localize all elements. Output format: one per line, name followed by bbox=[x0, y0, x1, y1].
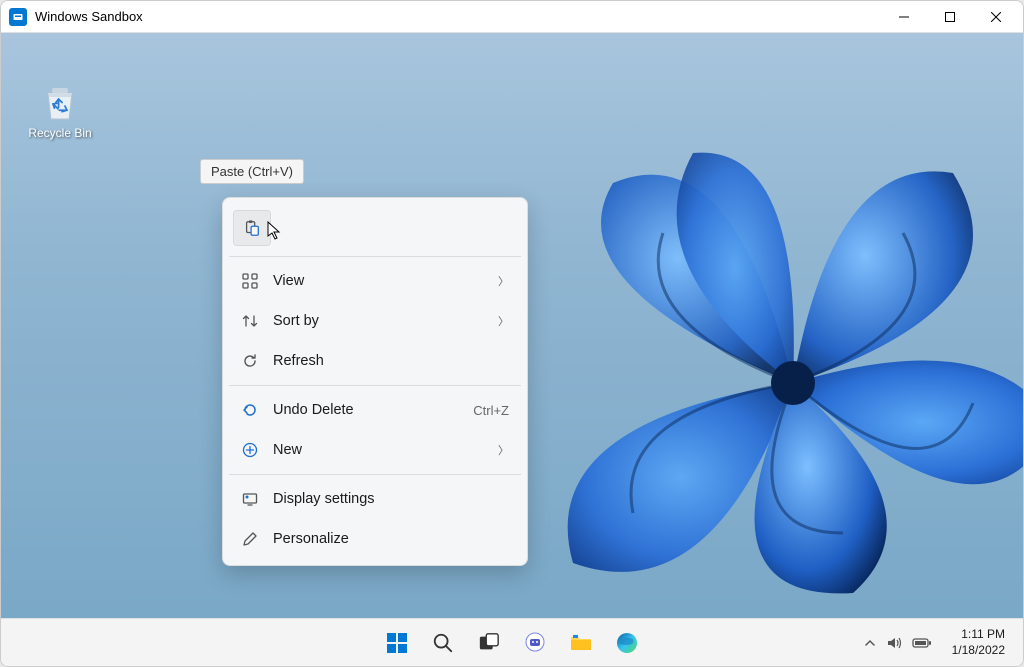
menu-new-label: New bbox=[273, 442, 498, 458]
menu-display-settings[interactable]: Display settings bbox=[229, 479, 521, 519]
menu-separator bbox=[229, 256, 521, 257]
menu-refresh-label: Refresh bbox=[273, 353, 509, 369]
taskbar-pinned-apps bbox=[377, 623, 647, 663]
chevron-right-icon: 〉 bbox=[498, 313, 509, 329]
window-controls bbox=[881, 1, 1019, 33]
view-icon bbox=[241, 273, 259, 289]
menu-undo-shortcut: Ctrl+Z bbox=[473, 403, 509, 418]
windows-icon bbox=[385, 631, 409, 655]
menu-sort-label: Sort by bbox=[273, 313, 498, 329]
chat-icon bbox=[523, 631, 547, 655]
menu-personalize[interactable]: Personalize bbox=[229, 519, 521, 559]
menu-view[interactable]: View 〉 bbox=[229, 261, 521, 301]
start-button[interactable] bbox=[377, 623, 417, 663]
menu-action-row bbox=[229, 204, 521, 252]
new-icon bbox=[241, 442, 259, 458]
folder-icon bbox=[569, 631, 593, 655]
date: 1/18/2022 bbox=[952, 643, 1005, 659]
refresh-icon bbox=[241, 353, 259, 369]
paste-icon bbox=[243, 219, 261, 237]
sandbox-window: Windows Sandbox bbox=[0, 0, 1024, 667]
personalize-icon bbox=[241, 531, 259, 547]
minimize-button[interactable] bbox=[881, 1, 927, 33]
wallpaper-bloom bbox=[483, 123, 1023, 603]
task-view-icon bbox=[478, 632, 500, 654]
titlebar: Windows Sandbox bbox=[1, 1, 1023, 33]
menu-separator bbox=[229, 474, 521, 475]
maximize-button[interactable] bbox=[927, 1, 973, 33]
search-button[interactable] bbox=[423, 623, 463, 663]
time: 1:11 PM bbox=[952, 627, 1005, 643]
menu-display-label: Display settings bbox=[273, 491, 509, 507]
menu-separator bbox=[229, 385, 521, 386]
recycle-bin-icon bbox=[37, 78, 83, 124]
desktop[interactable]: Recycle Bin Paste (Ctrl+V) bbox=[1, 33, 1023, 618]
recycle-bin-label: Recycle Bin bbox=[21, 126, 99, 140]
recycle-bin[interactable]: Recycle Bin bbox=[21, 78, 99, 140]
menu-view-label: View bbox=[273, 273, 498, 289]
paste-tooltip: Paste (Ctrl+V) bbox=[200, 159, 304, 184]
menu-undo-delete[interactable]: Undo Delete Ctrl+Z bbox=[229, 390, 521, 430]
taskbar: 1:11 PM 1/18/2022 bbox=[1, 618, 1023, 666]
search-icon bbox=[432, 632, 454, 654]
chat-button[interactable] bbox=[515, 623, 555, 663]
paste-button[interactable] bbox=[233, 210, 271, 246]
battery-icon bbox=[912, 637, 932, 649]
sandbox-icon bbox=[9, 8, 27, 26]
file-explorer-button[interactable] bbox=[561, 623, 601, 663]
chevron-right-icon: 〉 bbox=[498, 442, 509, 458]
system-tray: 1:11 PM 1/18/2022 bbox=[856, 623, 1013, 663]
window-title: Windows Sandbox bbox=[35, 9, 881, 24]
sort-icon bbox=[241, 313, 259, 329]
task-view-button[interactable] bbox=[469, 623, 509, 663]
close-button[interactable] bbox=[973, 1, 1019, 33]
edge-icon bbox=[615, 631, 639, 655]
chevron-up-icon bbox=[864, 637, 876, 649]
undo-icon bbox=[241, 402, 259, 418]
chevron-right-icon: 〉 bbox=[498, 273, 509, 289]
edge-button[interactable] bbox=[607, 623, 647, 663]
menu-personalize-label: Personalize bbox=[273, 531, 509, 547]
menu-refresh[interactable]: Refresh bbox=[229, 341, 521, 381]
menu-undo-label: Undo Delete bbox=[273, 402, 473, 418]
clock[interactable]: 1:11 PM 1/18/2022 bbox=[944, 627, 1013, 658]
menu-new[interactable]: New 〉 bbox=[229, 430, 521, 470]
display-settings-icon bbox=[241, 491, 259, 507]
volume-icon bbox=[886, 635, 902, 651]
menu-sort-by[interactable]: Sort by 〉 bbox=[229, 301, 521, 341]
tray-area[interactable] bbox=[856, 623, 940, 663]
desktop-context-menu: View 〉 Sort by 〉 Refresh bbox=[222, 197, 528, 566]
